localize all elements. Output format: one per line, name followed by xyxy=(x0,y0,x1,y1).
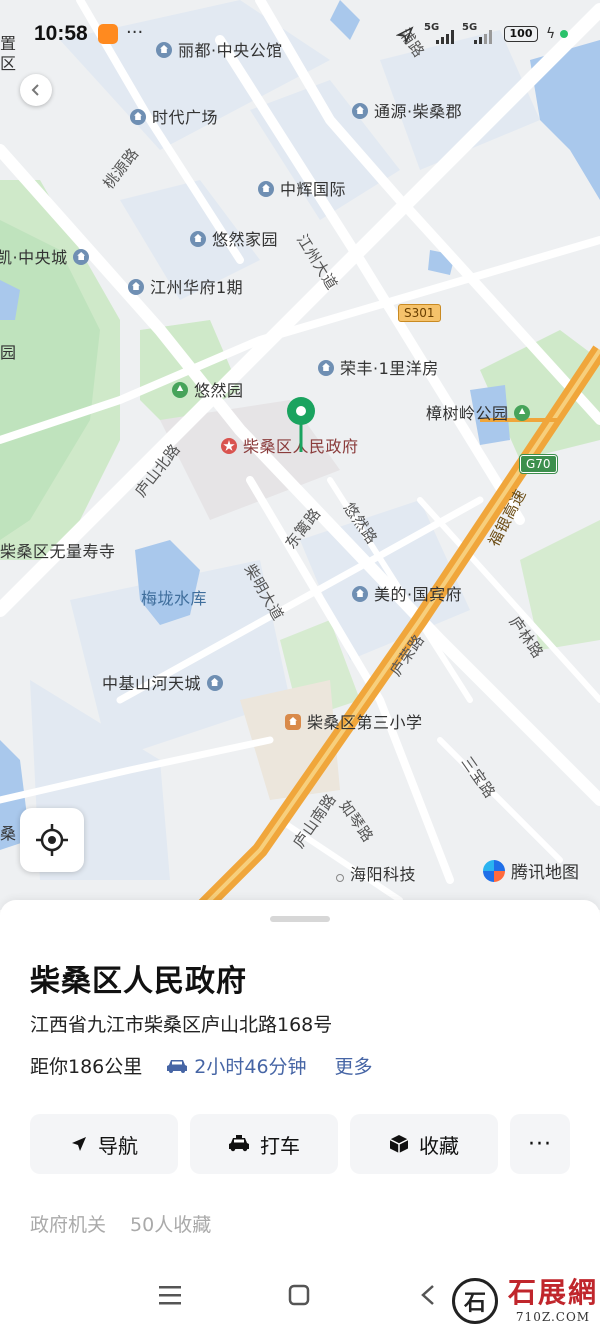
map-label-zhonghui[interactable]: 中辉国际 xyxy=(258,176,346,200)
watermark-url: 710Z.COM xyxy=(515,1310,591,1324)
ellipsis-icon: ··· xyxy=(528,1131,552,1157)
map-label-jiangzhou[interactable]: 江州华府1期 xyxy=(128,274,243,298)
my-location-button[interactable] xyxy=(20,808,84,872)
g70-shield: G70 xyxy=(519,454,558,474)
drive-time[interactable]: 2小时46分钟 xyxy=(166,1052,307,1079)
favorite-button[interactable]: 收藏 xyxy=(350,1114,498,1174)
map-view[interactable]: 丽都·中央公馆 时代广场 通源·柴桑郡 中辉国际 悠然家园 凯·中央城 江州华府… xyxy=(0,0,600,910)
map-label-wuliang[interactable]: 柴桑区无量寿寺 xyxy=(0,538,116,562)
back-button[interactable] xyxy=(20,74,52,106)
charging-icon: ϟ xyxy=(546,26,556,42)
residential-icon xyxy=(130,109,146,125)
watermark-brand: 石展網 xyxy=(508,1276,599,1309)
place-detail-card[interactable]: 柴桑区人民政府 江西省九江市柴桑区庐山北路168号 距你186公里 2小时46分… xyxy=(0,900,600,1333)
more-options-button[interactable]: ··· xyxy=(510,1114,570,1174)
taxi-icon xyxy=(229,1135,249,1152)
drag-handle[interactable] xyxy=(270,916,330,922)
navigate-button[interactable]: 导航 xyxy=(30,1114,178,1174)
watermark-logo: 石 石展網 710Z.COM xyxy=(452,1278,598,1324)
battery-icon: 100 xyxy=(504,26,538,42)
drive-time-text: 2小时46分钟 xyxy=(194,1056,307,1078)
residential-icon xyxy=(352,103,368,119)
map-label-meilong[interactable]: 梅垅水库 xyxy=(141,585,207,609)
home-icon[interactable] xyxy=(288,1284,310,1306)
place-meta-row: 政府机关 50人收藏 xyxy=(30,1210,211,1237)
map-label-zhongji[interactable]: 中基山河天城 xyxy=(102,670,229,694)
government-icon xyxy=(221,438,237,454)
place-title: 柴桑区人民政府 xyxy=(30,964,247,999)
residential-icon xyxy=(258,181,274,197)
favorites-count: 50人收藏 xyxy=(130,1214,212,1236)
chevron-left-icon xyxy=(31,84,39,96)
place-address: 江西省九江市柴桑区庐山北路168号 xyxy=(30,1014,333,1036)
taxi-button[interactable]: 打车 xyxy=(190,1114,338,1174)
map-label-shidai[interactable]: 时代广场 xyxy=(130,104,218,128)
s301-shield: S301 xyxy=(398,304,441,322)
poi-dot-icon xyxy=(336,874,344,882)
map-label-meidi[interactable]: 美的·国宾府 xyxy=(352,581,462,605)
navigation-arrow-icon xyxy=(72,1137,86,1151)
status-time: 10:58 xyxy=(34,22,88,45)
location-pin-icon xyxy=(287,397,315,452)
selected-location-pin[interactable] xyxy=(284,396,318,456)
car-icon xyxy=(167,1059,188,1073)
map-label-yuan-left[interactable]: 园 xyxy=(0,339,17,363)
category-text: 政府机关 xyxy=(30,1214,107,1236)
map-label-tongyuan[interactable]: 通源·柴桑郡 xyxy=(352,98,462,122)
distance-text: 距你186公里 xyxy=(30,1056,143,1078)
map-attribution: 腾讯地图 xyxy=(483,858,579,883)
crosshair-icon xyxy=(36,824,68,856)
place-info-row: 距你186公里 2小时46分钟 更多 xyxy=(30,1052,373,1079)
signal-icon-2 xyxy=(474,30,492,44)
residential-icon xyxy=(128,279,144,295)
map-label-rongfeng[interactable]: 荣丰·1里洋房 xyxy=(318,355,439,379)
signal-icon xyxy=(436,30,454,44)
more-notifications-icon: ··· xyxy=(126,22,144,43)
residential-icon xyxy=(206,675,223,691)
residential-icon xyxy=(73,249,90,265)
watermark-text: 石展網 710Z.COM xyxy=(508,1276,599,1324)
residential-icon xyxy=(190,231,206,247)
map-label-zhongyang[interactable]: 凯·中央城 xyxy=(0,244,95,268)
status-dot-icon xyxy=(560,30,568,38)
map-label-zhangshuling[interactable]: 樟树岭公园 xyxy=(426,400,536,424)
map-label-haiyang[interactable]: 海阳科技 xyxy=(336,861,416,885)
tencent-map-logo-icon xyxy=(483,859,505,882)
watermark-mark-icon: 石 xyxy=(452,1278,498,1324)
back-nav-icon[interactable] xyxy=(420,1284,436,1306)
map-label-youran-yuan[interactable]: 悠然园 xyxy=(172,377,244,401)
more-link[interactable]: 更多 xyxy=(335,1052,373,1079)
residential-icon xyxy=(352,586,368,602)
status-bar: 10:58 ··· 5G 5G 100 ϟ xyxy=(0,0,600,64)
school-icon xyxy=(285,714,301,730)
app-notification-icon xyxy=(98,24,118,44)
park-icon xyxy=(514,405,531,421)
map-label-youran-jiayuan[interactable]: 悠然家园 xyxy=(190,226,278,250)
cube-icon xyxy=(389,1135,409,1153)
menu-icon[interactable] xyxy=(158,1284,182,1306)
residential-icon xyxy=(318,360,334,376)
park-icon xyxy=(172,382,188,398)
location-arrow-icon xyxy=(396,26,414,44)
map-label-school3[interactable]: 柴桑区第三小学 xyxy=(285,709,423,733)
